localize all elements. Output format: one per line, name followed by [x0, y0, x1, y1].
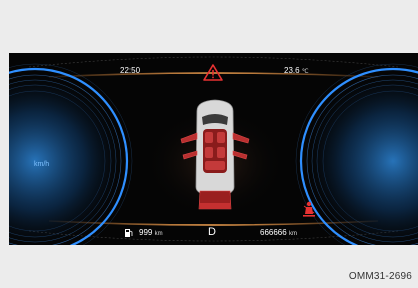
range-unit: km	[154, 231, 163, 237]
instrument-cluster: 22:50 23.6 ℃ km/h 999 km D 666666 km	[9, 53, 418, 245]
figure-code: OMM31-2696	[348, 271, 412, 282]
outside-temp-value: 23.6	[284, 66, 300, 75]
speed-unit-label: km/h	[34, 161, 50, 168]
right-gauge	[295, 63, 418, 245]
cluster-graphics	[9, 56, 418, 245]
odometer-readout: 666666 km	[260, 228, 297, 239]
temp-unit: ℃	[301, 69, 309, 75]
odometer-value: 666666	[260, 228, 287, 237]
clock-display: 22:50	[120, 66, 141, 75]
gear-indicator: D	[208, 226, 216, 238]
range-readout: 999 km	[139, 228, 163, 239]
left-speed-gauge	[9, 63, 133, 245]
range-value: 999	[139, 228, 153, 237]
outside-temperature: 23.6 ℃	[284, 66, 309, 77]
fuel-pump-icon	[125, 229, 133, 237]
odometer-unit: km	[288, 231, 297, 237]
seatbelt-warning-icon	[303, 201, 315, 217]
